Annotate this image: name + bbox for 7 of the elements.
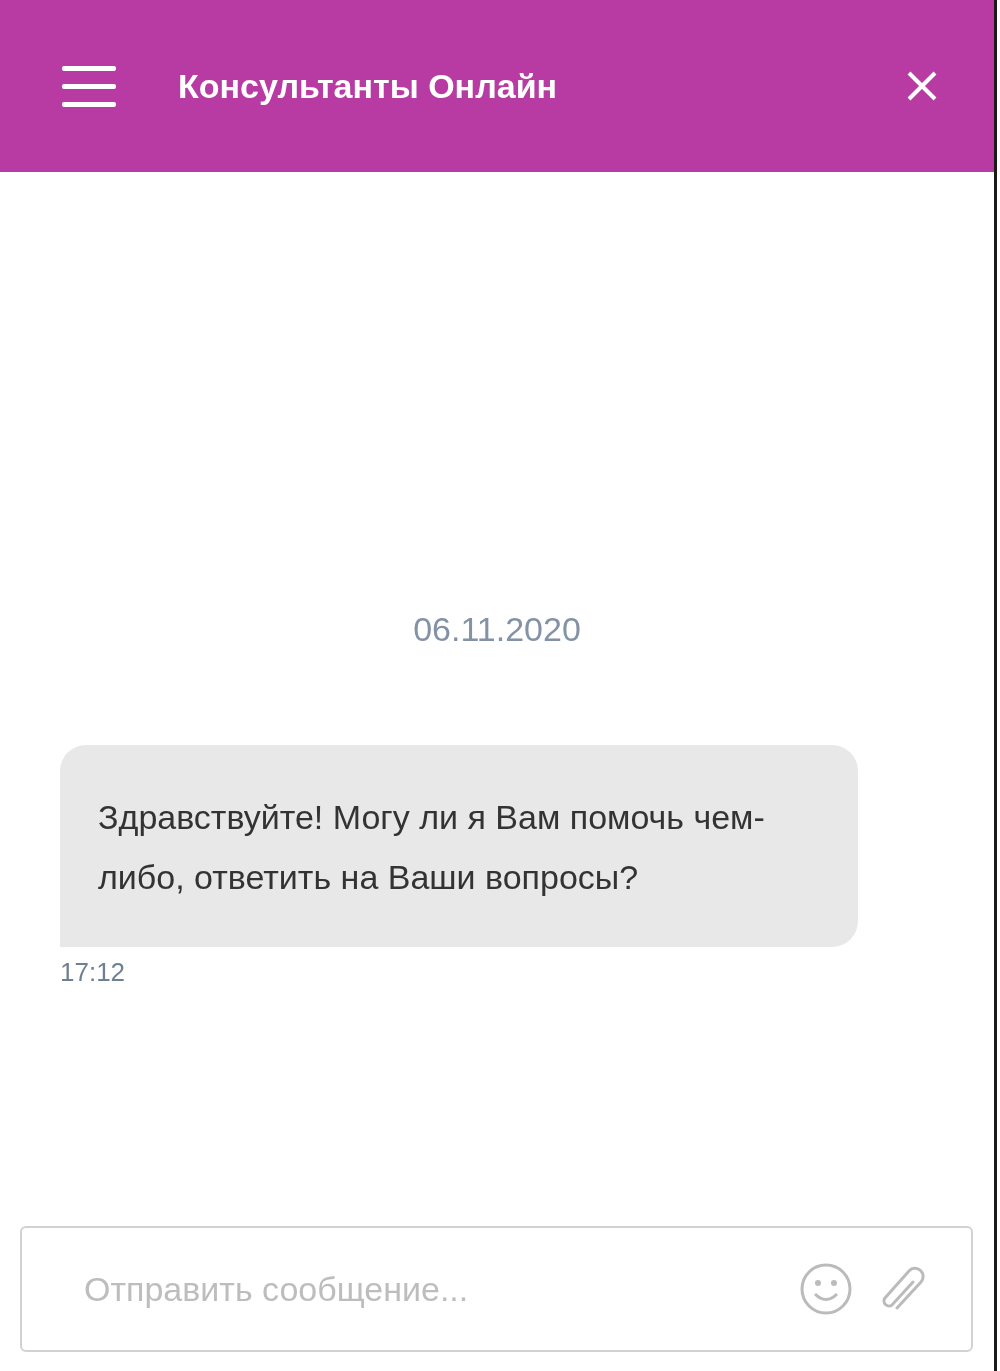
chat-date: 06.11.2020	[412, 610, 582, 649]
chat-title: Консультанты Онлайн	[178, 66, 559, 106]
message-bubble: Здравствуйте! Могу ли я Вам помочь чем-либо, ответить на Ваши вопросы?	[60, 745, 858, 947]
menu-icon[interactable]	[62, 64, 116, 108]
close-icon[interactable]	[906, 70, 938, 102]
message-input[interactable]: Отправить сообщение...	[82, 1268, 775, 1310]
message-time: 17:12	[60, 957, 127, 988]
